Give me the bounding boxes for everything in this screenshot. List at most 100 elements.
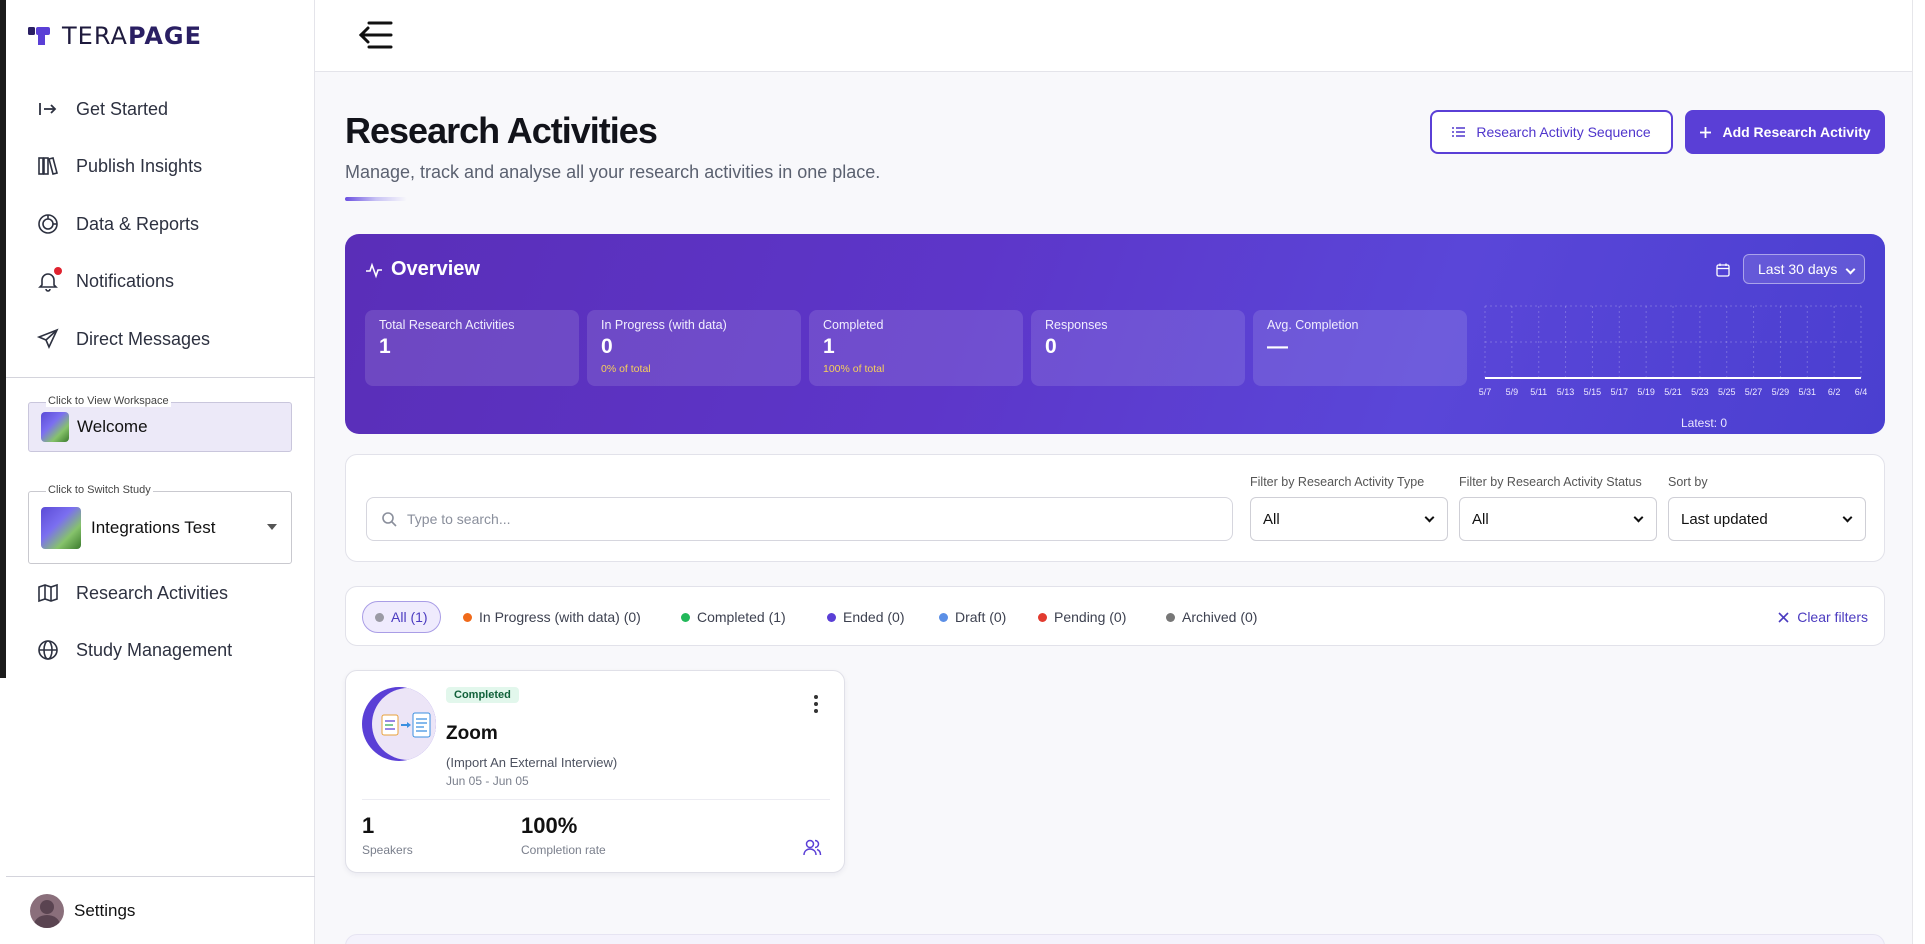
sidebar-item-label: Direct Messages — [76, 328, 211, 349]
workspace-name: Welcome — [77, 417, 148, 436]
sidebar-item-data-reports[interactable]: Data & Reports — [36, 212, 199, 236]
bell-icon-wrap — [36, 267, 62, 293]
clear-filters-button[interactable]: Clear filters — [1778, 609, 1868, 625]
chip-all[interactable]: All (1) — [362, 601, 441, 633]
filter-panel: Filter by Research Activity Type All Fil… — [345, 454, 1885, 562]
status-dot — [1038, 612, 1047, 622]
close-icon — [1778, 611, 1789, 623]
sort-label: Sort by — [1668, 475, 1708, 489]
stat-value: 0 — [1045, 335, 1057, 358]
status-badge: Completed — [446, 687, 519, 703]
sidebar-item-study-management[interactable]: Study Management — [36, 638, 232, 662]
stat-percent: 0% of total — [601, 363, 651, 375]
study-switcher[interactable]: Integrations Test — [28, 491, 292, 564]
activity-card[interactable]: Completed Zoom (Import An External Inter… — [345, 670, 845, 873]
sort-value: Last updated — [1681, 510, 1768, 528]
overview-panel: Overview Last 30 days Total Research Act… — [345, 234, 1885, 434]
completion-rate-value: 100% — [521, 813, 578, 838]
import-illustration-icon — [381, 712, 431, 738]
chip-pending[interactable]: Pending (0) — [1026, 601, 1138, 633]
caret-down-icon — [267, 524, 277, 530]
sparkline-latest: Latest: 0 — [1681, 416, 1728, 430]
window-edge — [0, 0, 6, 678]
x-tick-label: 5/29 — [1772, 387, 1790, 397]
x-tick-label: 5/9 — [1506, 387, 1519, 397]
calendar-icon — [1716, 263, 1730, 277]
chip-in-progress[interactable]: In Progress (with data) (0) — [451, 601, 653, 633]
stat-percent: 100% of total — [823, 363, 885, 375]
x-tick-label: 6/2 — [1828, 387, 1841, 397]
status-dot — [681, 612, 690, 622]
type-filter-label: Filter by Research Activity Type — [1250, 475, 1425, 489]
status-dot — [939, 612, 948, 622]
search-input[interactable] — [407, 511, 1207, 527]
date-range-select[interactable]: Last 30 days — [1743, 254, 1865, 284]
activity-pulse-icon — [366, 262, 382, 278]
research-activity-sequence-button[interactable]: Research Activity Sequence — [1430, 110, 1673, 154]
sidebar-item-get-started[interactable]: Get Started — [36, 97, 168, 121]
speakers-label: Speakers — [362, 843, 413, 857]
stat-value: — — [1267, 335, 1288, 358]
status-filter-select[interactable]: All — [1459, 497, 1657, 541]
stat-value: 0 — [601, 335, 613, 358]
collapse-sidebar-icon[interactable] — [355, 18, 395, 52]
chip-completed[interactable]: Completed (1) — [669, 601, 798, 633]
page-title: Research Activities — [345, 110, 658, 151]
overview-heading: Overview — [365, 258, 480, 281]
stat-label: Avg. Completion — [1267, 318, 1359, 332]
chip-label: Ended (0) — [843, 609, 905, 625]
sidebar-item-research-activities[interactable]: Research Activities — [36, 581, 228, 605]
users-icon[interactable] — [802, 837, 822, 857]
x-tick-label: 6/4 — [1855, 387, 1867, 397]
stat-card-completed: Completed 1 100% of total — [809, 310, 1023, 386]
activity-type: (Import An External Interview) — [446, 755, 618, 770]
stat-label: In Progress (with data) — [601, 318, 727, 332]
x-tick-label: 5/13 — [1557, 387, 1575, 397]
sidebar-item-label: Get Started — [76, 98, 169, 119]
add-research-activity-button[interactable]: Add Research Activity — [1685, 110, 1885, 154]
books-icon — [38, 157, 58, 175]
sidebar: TERAPAGE Get Started Publish Insights Da… — [0, 0, 315, 944]
sidebar-item-direct-messages[interactable]: Direct Messages — [36, 327, 210, 351]
stat-value: 1 — [379, 335, 391, 358]
x-tick-label: 5/23 — [1691, 387, 1709, 397]
page-subtitle: Manage, track and analyse all your resea… — [345, 162, 881, 182]
activity-dates: Jun 05 - Jun 05 — [446, 774, 529, 788]
type-filter-select[interactable]: All — [1250, 497, 1448, 541]
sidebar-item-label: Study Management — [76, 639, 233, 660]
speakers-value: 1 — [362, 813, 375, 838]
sort-select[interactable]: Last updated — [1668, 497, 1866, 541]
sidebar-item-label: Notifications — [76, 270, 175, 291]
search-field[interactable] — [366, 497, 1233, 541]
more-options-icon[interactable] — [814, 695, 818, 713]
sidebar-item-publish-insights[interactable]: Publish Insights — [36, 154, 202, 178]
add-button-label: Add Research Activity — [1722, 124, 1871, 140]
map-icon — [38, 583, 58, 603]
title-underline — [345, 197, 407, 201]
stat-value: 1 — [823, 335, 835, 358]
chip-draft[interactable]: Draft (0) — [927, 601, 1018, 633]
workspace-selector[interactable]: Welcome — [28, 402, 292, 452]
next-section-edge — [345, 934, 1885, 944]
login-arrow-icon — [39, 103, 57, 115]
logo-text-tera: TERA — [62, 22, 128, 50]
settings-button[interactable]: Settings — [6, 876, 315, 944]
logo-text: TERAPAGE — [62, 22, 202, 50]
stat-label: Total Research Activities — [379, 318, 515, 332]
x-tick-label: 5/7 — [1479, 387, 1491, 397]
terapage-logo[interactable]: TERAPAGE — [28, 22, 202, 50]
status-dot — [375, 612, 384, 622]
main-content: Research Activities Manage, track and an… — [315, 72, 1912, 944]
chip-label: Draft (0) — [955, 609, 1007, 625]
logo-text-page: PAGE — [127, 22, 203, 50]
sidebar-item-label: Research Activities — [76, 582, 229, 603]
sidebar-item-label: Publish Insights — [76, 155, 203, 176]
workspace-hint: Click to View Workspace — [46, 395, 171, 407]
logo-mark-icon — [28, 27, 50, 45]
sidebar-item-notifications[interactable]: Notifications — [36, 267, 175, 293]
activity-name: Zoom — [446, 723, 498, 744]
chip-archived[interactable]: Archived (0) — [1154, 601, 1269, 633]
chip-ended[interactable]: Ended (0) — [815, 601, 916, 633]
stat-card-total: Total Research Activities 1 — [365, 310, 579, 386]
stat-label: Completed — [823, 318, 884, 332]
